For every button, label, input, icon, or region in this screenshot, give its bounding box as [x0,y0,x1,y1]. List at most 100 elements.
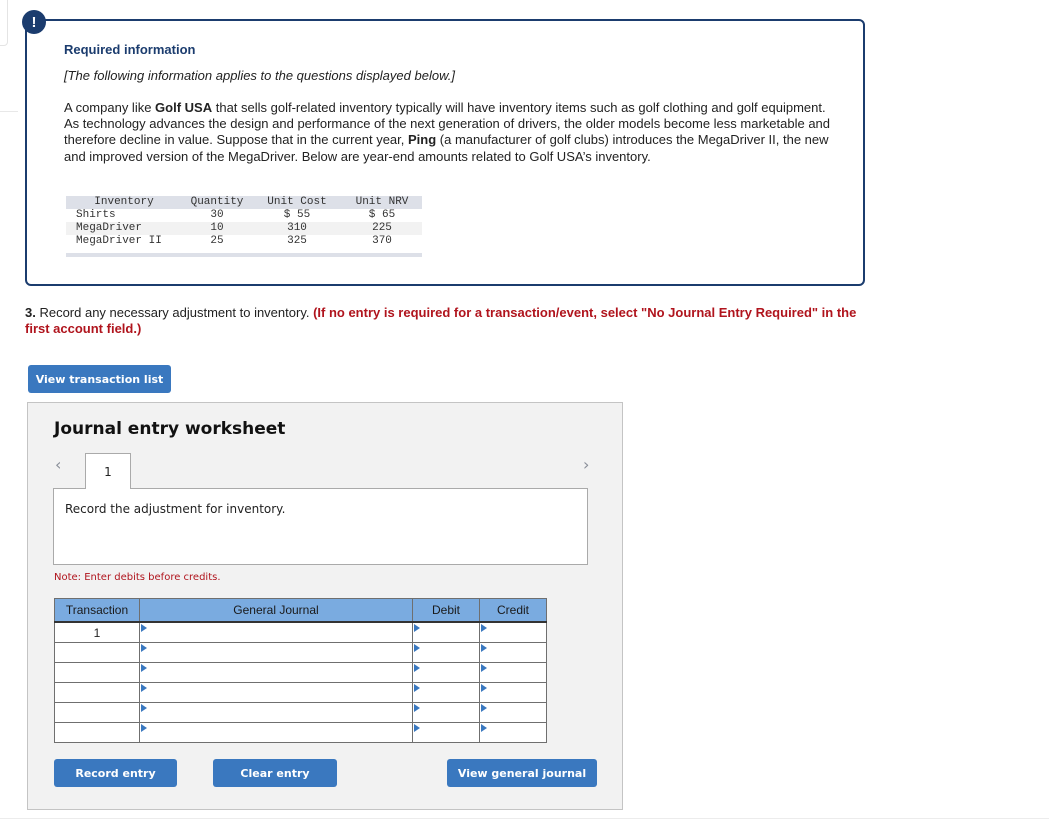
chevron-right-icon[interactable]: › [583,455,589,474]
question-prompt: 3. Record any necessary adjustment to in… [25,305,865,337]
alert-icon: ! [22,10,46,34]
col-unit-cost: Unit Cost [252,196,342,209]
dropdown-indicator-icon [481,624,487,632]
journal-row [54,702,547,723]
entry-description: Record the adjustment for inventory. [65,502,286,516]
dropdown-indicator-icon [414,664,420,672]
inventory-row: MegaDriver II 25 325 370 [66,235,422,248]
item-quantity: 10 [182,222,252,235]
dropdown-indicator-icon [414,704,420,712]
col-debit: Debit [412,598,480,623]
debit-input[interactable] [412,682,480,703]
credit-input[interactable] [479,682,547,703]
transaction-cell [54,662,140,683]
transaction-cell: 1 [54,621,140,643]
transaction-cell [54,682,140,703]
debit-input[interactable] [412,621,480,643]
journal-row [54,642,547,663]
inventory-row: Shirts 30 $ 55 $ 65 [66,209,422,222]
required-information-title: Required information [64,42,196,57]
credit-input[interactable] [479,621,547,643]
dropdown-indicator-icon [141,624,147,632]
credit-input[interactable] [479,722,547,743]
question-number: 3. [25,305,36,320]
col-credit: Credit [479,598,547,623]
dropdown-indicator-icon [414,644,420,652]
inventory-header-row: Inventory Quantity Unit Cost Unit NRV [66,196,422,209]
journal-header-row: Transaction General Journal Debit Credit [54,598,547,623]
journal-row [54,722,547,743]
dropdown-indicator-icon [414,724,420,732]
credit-input[interactable] [479,642,547,663]
item-unit-cost: 310 [252,222,342,235]
item-quantity: 30 [210,209,224,221]
transaction-cell [54,702,140,723]
dropdown-indicator-icon [481,644,487,652]
account-select[interactable] [139,722,413,743]
record-entry-button[interactable]: Record entry [54,759,177,787]
manufacturer-name: Ping [408,132,437,148]
item-name: MegaDriver [66,222,182,235]
dropdown-indicator-icon [414,624,420,632]
chevron-left-icon[interactable]: ‹ [55,455,61,474]
debit-input[interactable] [412,722,480,743]
col-quantity: Quantity [182,196,252,209]
transaction-cell [54,642,140,663]
dropdown-indicator-icon [414,684,420,692]
item-quantity: 25 [210,235,224,247]
dropdown-indicator-icon [481,684,487,692]
clear-entry-button[interactable]: Clear entry [213,759,337,787]
item-unit-nrv: $ 65 [368,209,396,221]
inventory-row: MegaDriver 10 310 225 [66,222,422,235]
journal-row [54,682,547,703]
col-inventory: Inventory [66,196,182,209]
item-unit-cost: 325 [287,235,307,247]
company-name: Golf USA [155,100,213,115]
item-unit-nrv: 370 [372,235,392,247]
col-general-journal: General Journal [139,598,413,623]
journal-row: 1 [54,621,547,643]
credit-input[interactable] [479,702,547,723]
view-transaction-list-button[interactable]: View transaction list [28,365,171,393]
col-unit-nrv: Unit NRV [342,196,422,209]
item-name: MegaDriver II [76,235,162,247]
dropdown-indicator-icon [141,684,147,692]
table-scrollbar[interactable] [66,253,422,257]
debit-input[interactable] [412,662,480,683]
account-select[interactable] [139,682,413,703]
view-general-journal-button[interactable]: View general journal [447,759,597,787]
divider [0,818,1049,819]
dropdown-indicator-icon [141,644,147,652]
divider [0,111,18,112]
para-text: A company like [64,100,156,115]
dropdown-indicator-icon [481,704,487,712]
credit-input[interactable] [479,662,547,683]
side-panel-tab [0,0,8,46]
item-unit-nrv: 225 [342,222,422,235]
info-subtitle: [The following information applies to th… [64,68,455,83]
info-paragraph: A company like Golf USA that sells golf-… [64,100,834,165]
inventory-table: Inventory Quantity Unit Cost Unit NRV Sh… [66,196,422,248]
entry-description-box [53,488,588,565]
dropdown-indicator-icon [141,704,147,712]
journal-table: Transaction General Journal Debit Credit… [54,598,547,743]
account-select[interactable] [139,642,413,663]
account-select[interactable] [139,702,413,723]
dropdown-indicator-icon [481,724,487,732]
transaction-cell [54,722,140,743]
dropdown-indicator-icon [481,664,487,672]
item-unit-cost: $ 55 [283,209,311,221]
debit-input[interactable] [412,702,480,723]
col-transaction: Transaction [54,598,140,623]
dropdown-indicator-icon [141,724,147,732]
entry-note: Note: Enter debits before credits. [54,572,221,583]
debit-input[interactable] [412,642,480,663]
account-select[interactable] [139,662,413,683]
worksheet-title: Journal entry worksheet [54,419,286,439]
dropdown-indicator-icon [141,664,147,672]
tab-1[interactable]: 1 [85,453,131,489]
journal-row [54,662,547,683]
question-text: Record any necessary adjustment to inven… [35,305,314,320]
account-select[interactable] [139,621,413,643]
item-name: Shirts [76,209,116,221]
